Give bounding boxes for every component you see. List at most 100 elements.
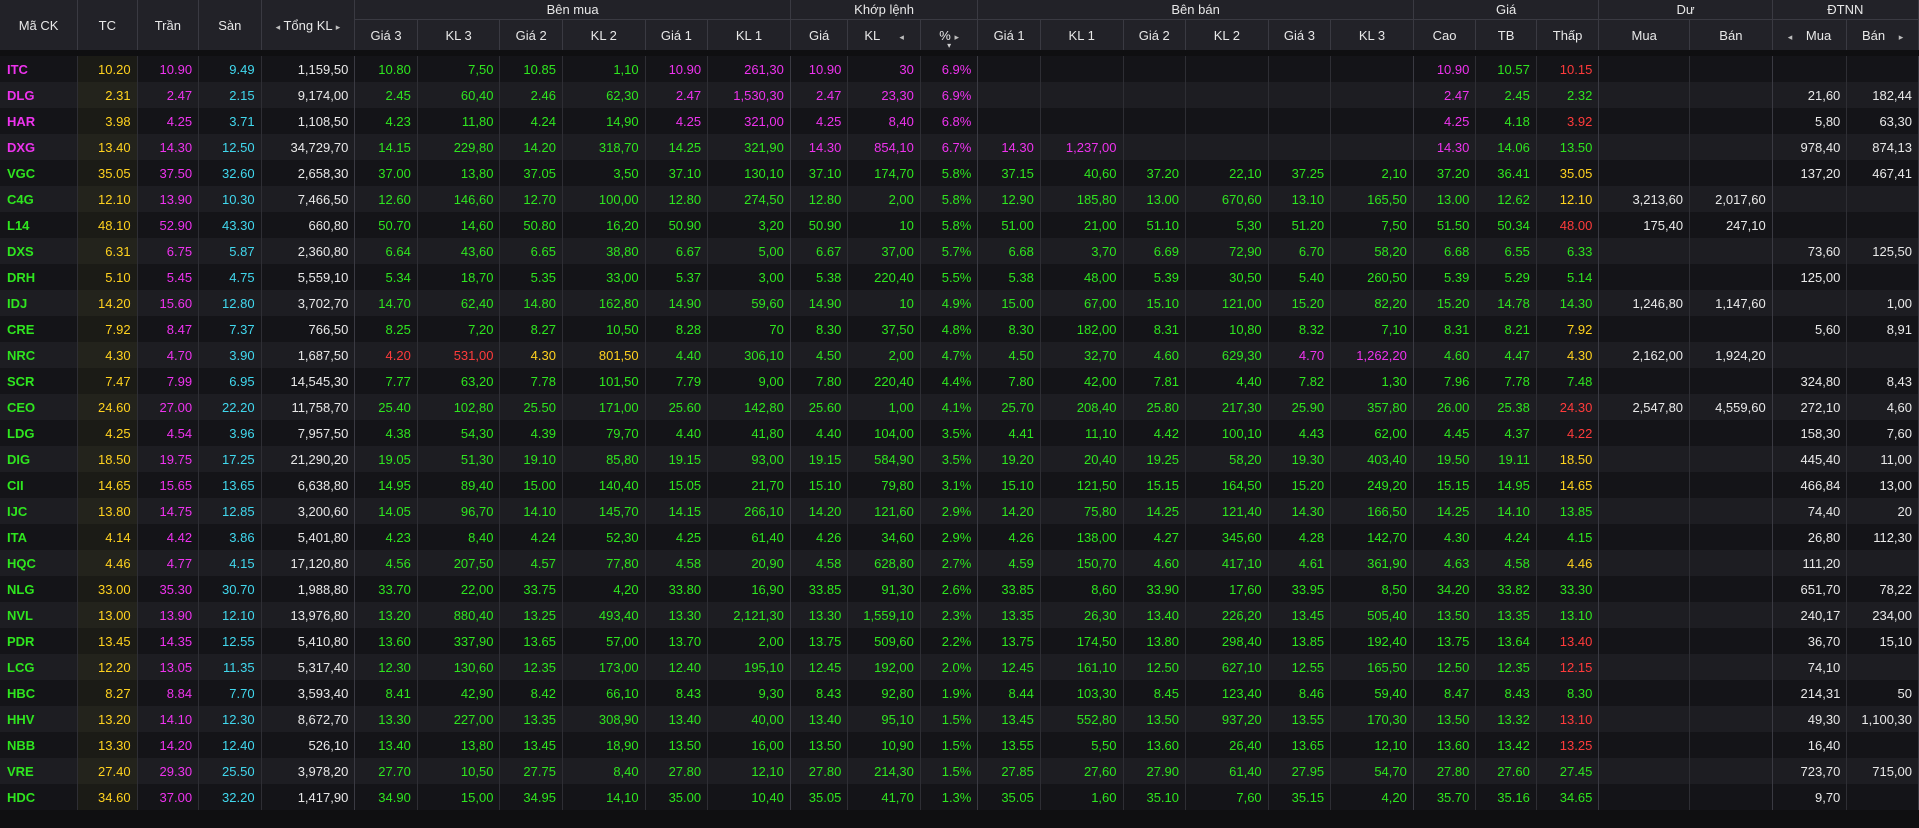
cell-symbol[interactable]: LCG (0, 654, 79, 680)
foreign-scroll-left-arrow-icon[interactable]: ◂ (1788, 32, 1793, 42)
table-row[interactable]: IDJ 14.20 15.60 12.80 3,702,70 14.70 62,40 14.8… (0, 290, 1919, 316)
cell-symbol[interactable]: CII (0, 472, 79, 498)
cell-symbol[interactable]: LDG (0, 420, 79, 446)
cell-symbol[interactable]: DIG (0, 446, 79, 472)
table-row[interactable]: CII 14.65 15.65 13.65 6,638,80 14.95 89,40 15.0… (0, 472, 1919, 498)
cell-symbol[interactable]: L14 (0, 212, 79, 238)
header-match-change-percent[interactable]: % ▸ ▾ (920, 19, 979, 54)
cell-symbol[interactable]: VGC (0, 160, 79, 186)
header-ref[interactable]: TC (77, 0, 138, 54)
match-scroll-left-arrow-icon[interactable]: ◂ (899, 32, 904, 42)
cell-symbol[interactable]: DXS (0, 238, 79, 264)
cell-symbol[interactable]: DXG (0, 134, 79, 160)
cell-symbol[interactable]: HQC (0, 550, 79, 576)
header-total-volume[interactable]: ◂ Tổng KL ▸ (261, 0, 356, 54)
cell-ref: 4.14 (77, 524, 138, 550)
header-bid-volume-1[interactable]: KL 1 (707, 19, 791, 54)
table-row[interactable]: DRH 5.10 5.45 4.75 5,559,10 5.34 18,70 5.35 33,0… (0, 264, 1919, 290)
cell-symbol[interactable]: IDJ (0, 290, 79, 316)
header-average[interactable]: TB (1475, 19, 1537, 54)
cell-symbol[interactable]: IJC (0, 498, 79, 524)
cell-symbol[interactable]: HDC (0, 784, 79, 810)
cell-symbol[interactable]: SCR (0, 368, 79, 394)
table-row[interactable]: NRC 4.30 4.70 3.90 1,687,50 4.20 531,00 4.30 801… (0, 342, 1919, 368)
foreign-scroll-right-arrow-icon[interactable]: ▸ (1899, 32, 1904, 42)
table-row[interactable]: SCR 7.47 7.99 6.95 14,545,30 7.77 63,20 7.78 101… (0, 368, 1919, 394)
table-row[interactable]: DXG 13.40 14.30 12.50 34,729,70 14.15 229,80 14… (0, 134, 1919, 160)
header-high[interactable]: Cao (1413, 19, 1477, 54)
table-row[interactable]: DIG 18.50 19.75 17.25 21,290,20 19.05 51,30 19.… (0, 446, 1919, 472)
cell-symbol[interactable]: NRC (0, 342, 79, 368)
header-ask-price-1[interactable]: Giá 1 (977, 19, 1041, 54)
table-row[interactable]: LDG 4.25 4.54 3.96 7,957,50 4.38 54,30 4.39 79,7… (0, 420, 1919, 446)
table-row[interactable]: HHV 13.20 14.10 12.30 8,672,70 13.30 227,00 13.… (0, 706, 1919, 732)
match-scroll-right-arrow-icon[interactable]: ▸ (954, 32, 959, 42)
table-row[interactable]: IJC 13.80 14.75 12.85 3,200,60 14.05 96,70 14.1… (0, 498, 1919, 524)
cell-symbol[interactable]: NVL (0, 602, 79, 628)
header-bid-volume-3[interactable]: KL 3 (417, 19, 501, 54)
table-row[interactable]: C4G 12.10 13.90 10.30 7,466,50 12.60 146,60 12.… (0, 186, 1919, 212)
table-row[interactable]: DLG 2.31 2.47 2.15 9,174,00 2.45 60,40 2.46 62,3… (0, 82, 1919, 108)
header-match-price[interactable]: Giá (790, 19, 849, 54)
table-row[interactable]: LCG 12.20 13.05 11.35 5,317,40 12.30 130,60 12.… (0, 654, 1919, 680)
cell-symbol[interactable]: HBC (0, 680, 79, 706)
table-row[interactable]: PDR 13.45 14.35 12.55 5,410,80 13.60 337,90 13.… (0, 628, 1919, 654)
table-row[interactable]: NBB 13.30 14.20 12.40 526,10 13.40 13,80 13.45 1… (0, 732, 1919, 758)
table-row[interactable]: HAR 3.98 4.25 3.71 1,108,50 4.23 11,80 4.24 14,9… (0, 108, 1919, 134)
cell-symbol[interactable]: ITA (0, 524, 79, 550)
table-row[interactable]: HDC 34.60 37.00 32.20 1,417,90 34.90 15,00 34.9… (0, 784, 1919, 810)
header-foreign-sell[interactable]: Bán ▸ (1846, 19, 1919, 54)
header-match-volume[interactable]: KL ◂ (847, 19, 921, 54)
header-remain-buy[interactable]: Mua (1598, 19, 1691, 54)
cell-symbol[interactable]: ITC (0, 50, 79, 82)
cell-match-price: 14.20 (790, 498, 849, 524)
table-row[interactable]: L14 48.10 52.90 43.30 660,80 50.70 14,60 50.80 1… (0, 212, 1919, 238)
table-row[interactable]: HQC 4.46 4.77 4.15 17,120,80 4.56 207,50 4.57 77… (0, 550, 1919, 576)
cell-symbol[interactable]: C4G (0, 186, 79, 212)
cell-symbol[interactable]: CEO (0, 394, 79, 420)
header-ask-volume-3[interactable]: KL 3 (1330, 19, 1414, 54)
cell-bid-volume-3: 18,70 (417, 264, 501, 290)
cell-symbol[interactable]: PDR (0, 628, 79, 654)
cell-symbol[interactable]: CRE (0, 316, 79, 342)
table-row[interactable]: HBC 8.27 8.84 7.70 3,593,40 8.41 42,90 8.42 66,1… (0, 680, 1919, 706)
header-remain-sell[interactable]: Bán (1689, 19, 1773, 54)
table-row[interactable]: VRE 27.40 29.30 25.50 3,978,20 27.70 10,50 27.7… (0, 758, 1919, 784)
table-row[interactable]: ITA 4.14 4.42 3.86 5,401,80 4.23 8,40 4.24 52,30… (0, 524, 1919, 550)
cell-ask-volume-3: 505,40 (1330, 602, 1414, 628)
header-ask-price-2[interactable]: Giá 2 (1123, 19, 1187, 54)
cell-ref: 10.20 (77, 50, 138, 82)
header-bid-volume-2[interactable]: KL 2 (562, 19, 646, 54)
table-row[interactable]: ITC 10.20 10.90 9.49 1,159,50 10.80 7,50 10.85 1… (0, 50, 1919, 82)
scroll-left-arrow-icon[interactable]: ◂ (276, 22, 281, 32)
table-row[interactable]: NVL 13.00 13.90 12.10 13,976,80 13.20 880,40 13… (0, 602, 1919, 628)
cell-symbol[interactable]: HAR (0, 108, 79, 134)
header-ask-price-3[interactable]: Giá 3 (1268, 19, 1332, 54)
table-row[interactable]: DXS 6.31 6.75 5.87 2,360,80 6.64 43,60 6.65 38,8… (0, 238, 1919, 264)
table-row[interactable]: CRE 7.92 8.47 7.37 766,50 8.25 7,20 8.27 10,50 8.… (0, 316, 1919, 342)
cell-remain-sell (1689, 576, 1773, 602)
header-low[interactable]: Thấp (1536, 19, 1600, 54)
header-symbol[interactable]: Mã CK (0, 0, 79, 54)
cell-ref: 48.10 (77, 212, 138, 238)
cell-symbol[interactable]: NLG (0, 576, 79, 602)
table-row[interactable]: VGC 35.05 37.50 32.60 2,658,30 37.00 13,80 37.0… (0, 160, 1919, 186)
cell-symbol[interactable]: VRE (0, 758, 79, 784)
header-bid-price-2[interactable]: Giá 2 (499, 19, 563, 54)
header-ask-volume-1[interactable]: KL 1 (1040, 19, 1124, 54)
header-ask-volume-2[interactable]: KL 2 (1185, 19, 1269, 54)
cell-symbol[interactable]: DRH (0, 264, 79, 290)
cell-match-price: 50.90 (790, 212, 849, 238)
cell-symbol[interactable]: HHV (0, 706, 79, 732)
table-row[interactable]: NLG 33.00 35.30 30.70 1,988,80 33.70 22,00 33.7… (0, 576, 1919, 602)
table-row[interactable]: CEO 24.60 27.00 22.20 11,758,70 25.40 102,80 25… (0, 394, 1919, 420)
cell-symbol[interactable]: NBB (0, 732, 79, 758)
cell-ask-volume-3: 82,20 (1330, 290, 1414, 316)
scroll-right-arrow-icon[interactable]: ▸ (336, 22, 341, 32)
cell-symbol[interactable]: DLG (0, 82, 79, 108)
header-foreign-buy[interactable]: ◂ Mua (1772, 19, 1848, 54)
header-bid-price-3[interactable]: Giá 3 (354, 19, 418, 54)
header-bid-price-1[interactable]: Giá 1 (645, 19, 709, 54)
header-floor[interactable]: Sàn (198, 0, 262, 54)
header-ceiling[interactable]: Trần (137, 0, 200, 54)
